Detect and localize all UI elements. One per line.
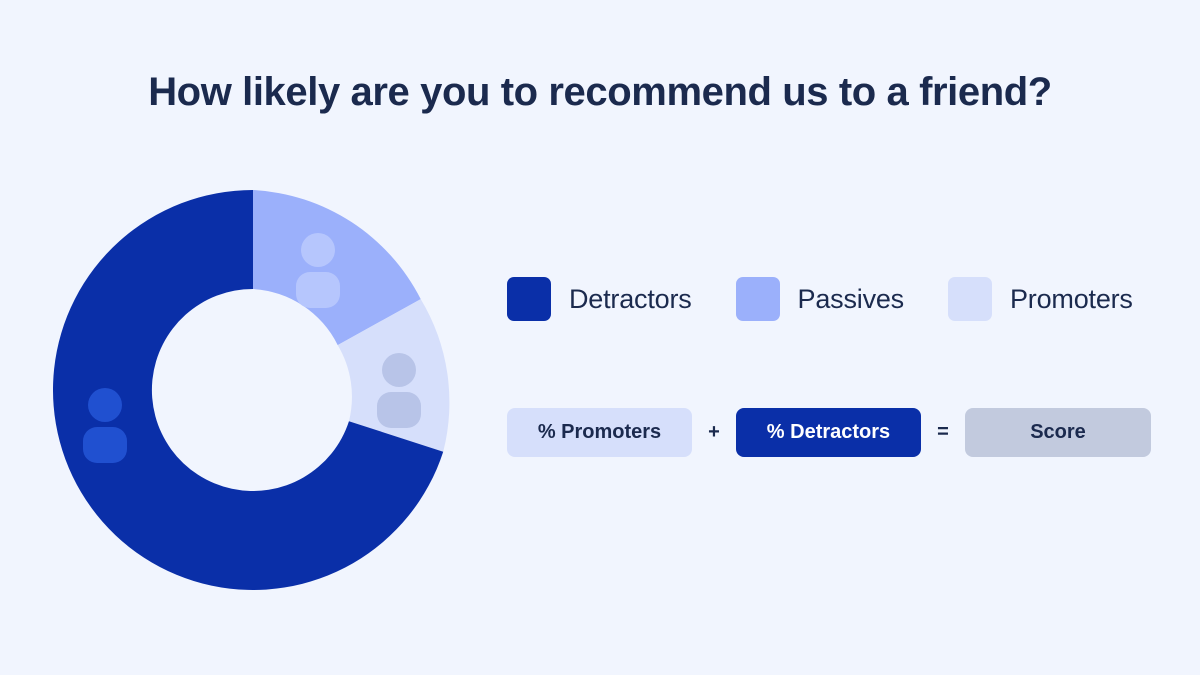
legend-swatch-passives: [735, 277, 780, 321]
legend-label-promoters: Promoters: [1010, 283, 1133, 314]
legend-label-detractors: Detractors: [569, 283, 692, 314]
chart-legend: Detractors Passives Promoters: [507, 277, 1133, 321]
formula-chip-detractors[interactable]: % Detractors: [736, 408, 921, 457]
legend-label-passives: Passives: [797, 283, 905, 314]
page-title: How likely are you to recommend us to a …: [148, 70, 1052, 114]
legend-swatch-promoters: [948, 277, 992, 321]
nps-formula: % Promoters + % Detractors = Score: [507, 408, 1151, 457]
formula-chip-promoters[interactable]: % Promoters: [507, 408, 692, 457]
legend-swatch-detractors: [507, 277, 551, 321]
formula-equals-operator: =: [937, 421, 949, 443]
legend-item-promoters[interactable]: Promoters: [948, 277, 1133, 321]
nps-infographic: How likely are you to recommend us to a …: [0, 0, 1200, 675]
legend-item-detractors[interactable]: Detractors: [507, 277, 692, 321]
formula-plus-operator: +: [708, 421, 720, 443]
legend-item-passives[interactable]: Passives: [735, 277, 905, 321]
formula-chip-score[interactable]: Score: [965, 408, 1151, 457]
nps-donut-chart: [53, 190, 453, 590]
donut-svg: [53, 190, 450, 590]
